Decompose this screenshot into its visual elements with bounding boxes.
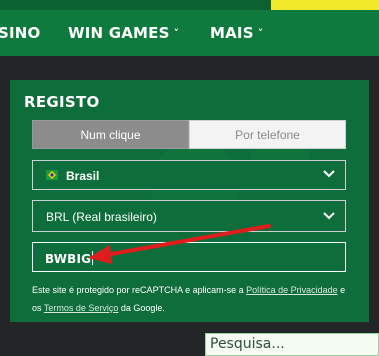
chevron-down-icon: ˅: [257, 27, 264, 40]
panel-title: REGISTO: [24, 93, 100, 111]
terms-of-service-link[interactable]: Termos de Serviço: [44, 303, 119, 313]
registration-tabs: Num clique Por telefone: [32, 120, 346, 149]
promo-code-input[interactable]: BWBIG: [32, 242, 346, 272]
registration-panel: REGISTO Num clique Por telefone Brasil B…: [10, 80, 369, 322]
nav-item-label: WIN GAMES: [68, 24, 170, 42]
brazil-flag-icon: [46, 170, 58, 180]
nav-item-mais[interactable]: MAIS ˅: [210, 24, 263, 42]
top-accent-button[interactable]: [271, 0, 379, 10]
currency-select[interactable]: BRL (Real brasileiro): [32, 200, 346, 232]
privacy-policy-link[interactable]: Política de Privacidade: [246, 285, 338, 295]
search-input[interactable]: Pesquisa...: [205, 333, 379, 356]
chevron-down-icon: [323, 170, 335, 178]
currency-value: BRL (Real brasileiro): [46, 210, 157, 224]
nav-item-label: SINO: [0, 24, 41, 42]
tab-one-click[interactable]: Num clique: [32, 120, 189, 149]
tab-by-phone[interactable]: Por telefone: [189, 120, 346, 149]
chevron-down-icon: [323, 212, 335, 220]
nav-item-win-games[interactable]: WIN GAMES ˅: [68, 24, 179, 42]
legal-text: da Google.: [118, 303, 165, 313]
main-nav: SINO WIN GAMES ˅ MAIS ˅: [0, 10, 379, 56]
recaptcha-notice: Este site é protegido por reCAPTCHA e ap…: [32, 281, 350, 317]
promo-code-value: BWBIG: [45, 252, 92, 266]
country-select[interactable]: Brasil: [32, 160, 346, 190]
chevron-down-icon: ˅: [173, 27, 180, 40]
nav-item-casino[interactable]: SINO: [0, 24, 41, 42]
top-bar: [0, 0, 379, 10]
country-value: Brasil: [66, 169, 100, 183]
text-caret: [92, 251, 94, 265]
nav-item-label: MAIS: [210, 24, 254, 42]
legal-text: Este site é protegido por reCAPTCHA e ap…: [32, 285, 247, 295]
